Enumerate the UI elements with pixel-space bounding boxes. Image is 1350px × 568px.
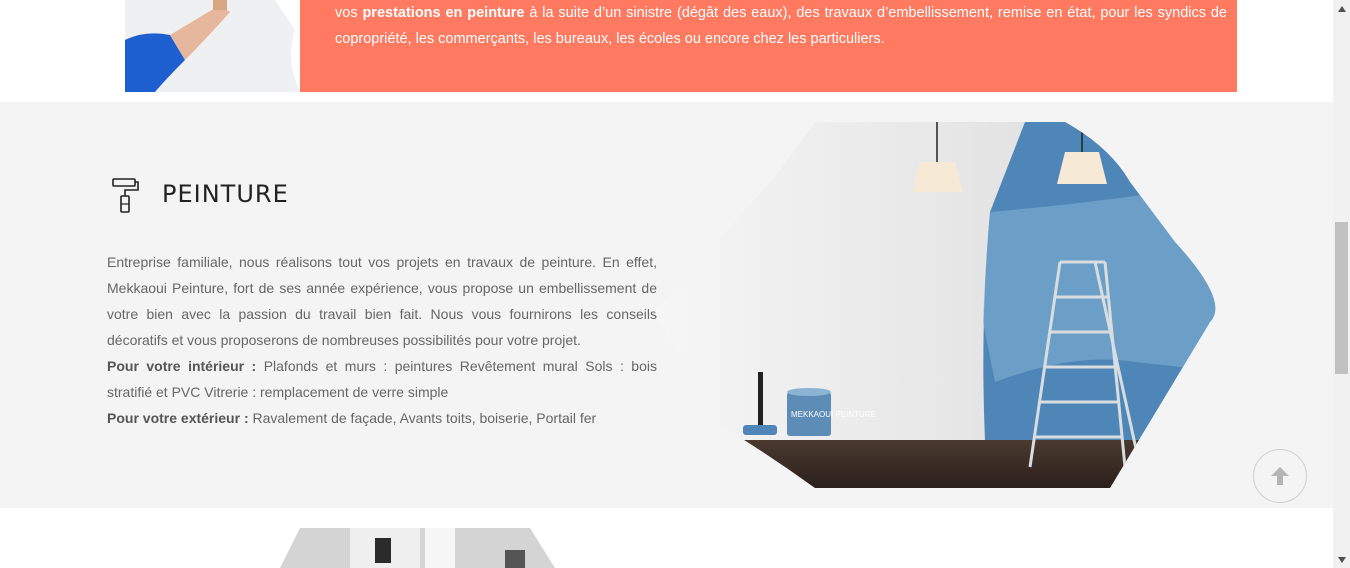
interior-label: Pour votre intérieur :	[107, 358, 257, 374]
paint-can-label: MEKKAOUI PEINTURE	[791, 410, 876, 419]
interior-line: Pour votre intérieur : Plafonds et murs …	[107, 358, 657, 400]
scroll-down-arrow[interactable]	[1333, 551, 1350, 568]
description-paragraph: Entreprise familiale, nous réalisons tou…	[107, 254, 657, 348]
exterior-label: Pour votre extérieur :	[107, 410, 249, 426]
scroll-up-arrow[interactable]	[1333, 0, 1350, 17]
paint-roller-icon	[112, 178, 139, 213]
banner-text: vos prestations en peinture à la suite d…	[335, 5, 1227, 47]
page-scrollbar[interactable]	[1333, 0, 1350, 568]
scroll-to-top-button[interactable]	[1253, 449, 1307, 503]
section-title: PEINTURE	[162, 180, 289, 208]
banner-bold-text: prestations en peinture	[362, 5, 525, 21]
next-section-image	[280, 528, 555, 568]
scroll-up-icon	[1337, 5, 1346, 12]
section-description: Entreprise familiale, nous réalisons tou…	[107, 249, 657, 431]
arrow-up-icon	[1271, 467, 1289, 485]
scroll-down-icon	[1337, 556, 1346, 563]
exterior-line: Pour votre extérieur : Ravalement de faç…	[107, 410, 597, 426]
painted-room-image: MEKKAOUI PEINTURE	[655, 122, 1216, 488]
scrollbar-thumb[interactable]	[1335, 222, 1348, 374]
